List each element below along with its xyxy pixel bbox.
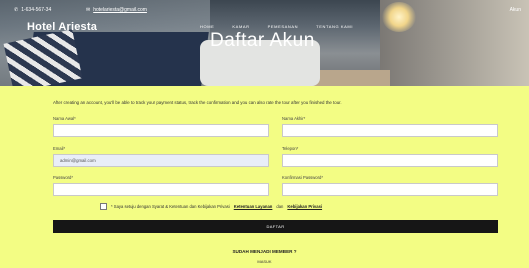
page-title: Daftar Akun [210, 30, 315, 51]
hero-banner: ✆ 1-634-567-34 ✉ hotelariesta@gmail.com … [0, 0, 529, 86]
nav-kamar[interactable]: KAMAR [232, 24, 249, 29]
first-name-label: Nama Awal* [53, 116, 76, 121]
privacy-link[interactable]: Kebijakan Privasi [287, 204, 322, 209]
login-link[interactable]: MASUK [0, 259, 529, 264]
topbar: ✆ 1-634-567-34 ✉ hotelariesta@gmail.com … [0, 0, 529, 18]
confirm-password-input[interactable] [282, 183, 498, 196]
terms-link[interactable]: Ketentuan Layanan [234, 204, 273, 209]
already-member-text: SUDAH MENJADI MEMBER ? [232, 249, 297, 254]
phone-label: Telepon* [282, 146, 299, 151]
intro-text: After creating an account, you'll be abl… [53, 100, 342, 105]
brand-logo[interactable]: Hotel Ariesta [27, 21, 97, 33]
terms-checkbox[interactable] [100, 203, 107, 210]
email-label: Email* [53, 146, 66, 151]
nav-home[interactable]: HOME [200, 24, 214, 29]
email-text[interactable]: hotelariesta@gmail.com [93, 7, 147, 13]
terms-separator: dan [276, 204, 284, 209]
password-label: Password* [53, 175, 74, 180]
topbar-phone: ✆ 1-634-567-34 [14, 7, 51, 13]
terms-text: * Saya setuju dengan Syarat & Ketentuan … [111, 204, 230, 209]
mail-icon: ✉ [86, 7, 91, 13]
account-link[interactable]: Akun [510, 7, 521, 13]
last-name-label: Nama Akhir* [282, 116, 306, 121]
terms-agreement: * Saya setuju dengan Syarat & Ketentuan … [100, 203, 322, 210]
password-input[interactable] [53, 183, 269, 196]
main-nav: HOME KAMAR PEMESANAN TENTANG KAMI [200, 24, 353, 29]
register-button[interactable]: DAFTAR [53, 220, 498, 233]
phone-icon: ✆ [14, 7, 19, 13]
email-input[interactable] [53, 154, 269, 167]
phone-text: 1-634-567-34 [21, 7, 52, 13]
topbar-email[interactable]: ✉ hotelariesta@gmail.com [86, 7, 147, 13]
confirm-password-label: Konfirmasi Password* [282, 175, 323, 180]
first-name-input[interactable] [53, 124, 269, 137]
last-name-input[interactable] [282, 124, 498, 137]
nav-pemesanan[interactable]: PEMESANAN [268, 24, 299, 29]
phone-input[interactable] [282, 154, 498, 167]
nav-tentang-kami[interactable]: TENTANG KAMI [316, 24, 353, 29]
